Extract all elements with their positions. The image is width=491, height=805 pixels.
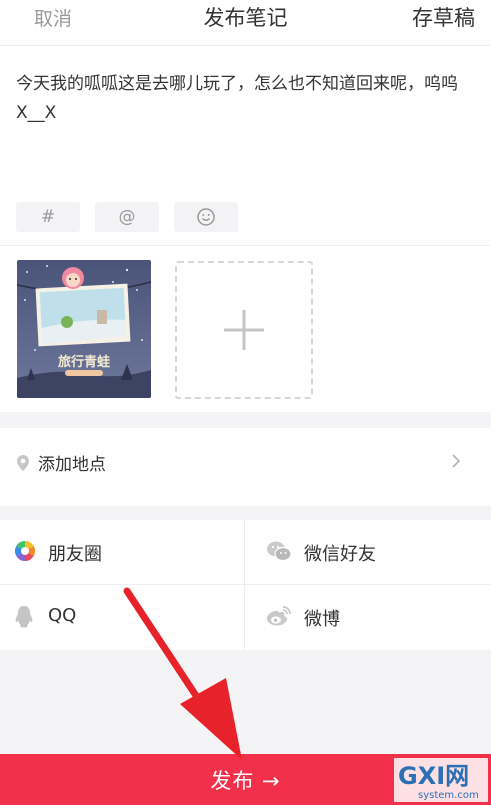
weibo-label: 微博 — [304, 609, 340, 630]
emoji-button[interactable] — [174, 202, 238, 232]
weibo-icon — [267, 606, 291, 626]
moments-label: 朋友圈 — [48, 544, 102, 565]
share-weibo-option[interactable]: 微博 — [246, 585, 491, 649]
qq-icon — [15, 606, 33, 628]
hashtag-icon: # — [40, 207, 56, 227]
publish-label: 发布 → — [210, 768, 281, 793]
top-bar: 取消 发布笔记 存草稿 — [0, 0, 491, 46]
photo-thumbnail[interactable]: 旅行青蛙 — [17, 260, 151, 398]
emoji-icon — [197, 208, 215, 226]
hashtag-button[interactable]: # — [16, 202, 80, 232]
share-qq-option[interactable]: QQ — [0, 585, 245, 649]
watermark-brand: GXI网 — [398, 762, 469, 790]
post-text-input[interactable]: 今天我的呱呱这是去哪儿玩了，怎么也不知道回来呢，呜呜X__X — [16, 70, 476, 128]
photo-title: 旅行青蛙 — [58, 354, 110, 370]
add-image-button[interactable] — [175, 261, 313, 399]
watermark-url: system.com — [418, 790, 479, 801]
share-wechat-friend-option[interactable]: 微信好友 — [246, 520, 491, 584]
at-icon: @ — [118, 207, 136, 227]
moments-icon — [14, 540, 36, 562]
location-label: 添加地点 — [38, 455, 106, 475]
photo-illustration: 旅行青蛙 — [17, 260, 151, 398]
share-options: 朋友圈 微信好友 QQ 微博 — [0, 520, 491, 650]
section-gap — [0, 412, 491, 428]
site-watermark-logo: GXI网 system.com — [394, 758, 488, 802]
bottom-spacer — [0, 650, 491, 754]
add-location-row[interactable]: 添加地点 — [0, 428, 491, 506]
wechat-friend-label: 微信好友 — [304, 544, 376, 565]
section-gap — [0, 506, 491, 520]
share-moments-option[interactable]: 朋友圈 — [0, 520, 245, 584]
wechat-icon — [267, 541, 292, 562]
chevron-right-icon — [452, 454, 461, 468]
qq-label: QQ — [48, 605, 77, 626]
divider — [0, 245, 491, 246]
mention-button[interactable]: @ — [95, 202, 159, 232]
plus-icon — [224, 310, 264, 350]
location-pin-icon — [17, 455, 29, 471]
save-draft-button[interactable]: 存草稿 — [412, 2, 475, 32]
